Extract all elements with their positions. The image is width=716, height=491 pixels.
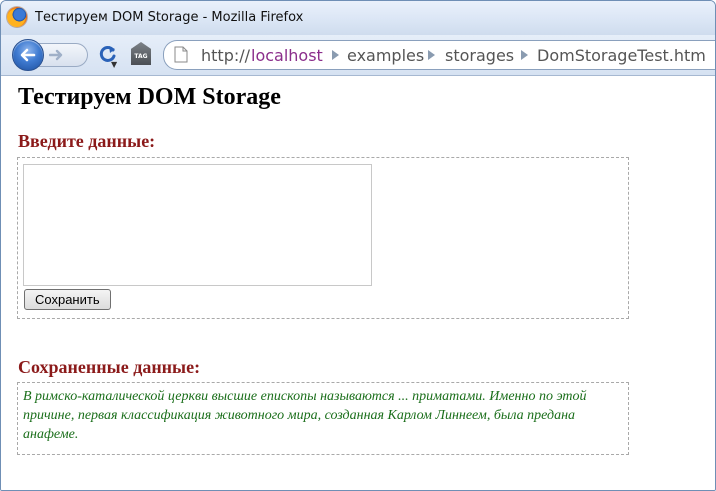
window-title: Тестируем DOM Storage - Mozilla Firefox <box>35 10 304 25</box>
save-button[interactable]: Сохранить <box>24 289 111 310</box>
breadcrumb-arrow-icon <box>428 50 435 60</box>
reload-icon[interactable] <box>98 44 118 64</box>
forward-button[interactable]: ▼ <box>37 43 117 69</box>
saved-text: В римско-каталической церкви высшие епис… <box>23 389 587 442</box>
address-bar[interactable]: http:// localhost examples storages DomS… <box>163 40 715 70</box>
page-icon <box>174 46 188 63</box>
browser-window: Тестируем DOM Storage - Mozilla Firefox … <box>0 0 716 491</box>
firefox-logo-icon <box>7 7 27 27</box>
url-scheme: http:// <box>201 46 251 65</box>
title-bar: Тестируем DOM Storage - Mozilla Firefox <box>1 1 715 35</box>
navigation-toolbar: ▼ TAG http:// localhost examples storage… <box>1 35 715 76</box>
breadcrumb-examples[interactable]: examples <box>347 46 424 65</box>
page-title: Тестируем DOM Storage <box>18 84 281 110</box>
breadcrumb-arrow-icon <box>521 50 528 60</box>
saved-box: В римско-каталической церкви высшие епис… <box>17 382 629 455</box>
saved-section-title: Сохраненные данные: <box>18 357 201 377</box>
page-content: Тестируем DOM Storage Введите данные: Со… <box>1 76 715 490</box>
back-button[interactable] <box>12 39 44 71</box>
data-textarea[interactable] <box>23 164 372 286</box>
url-host: localhost <box>251 46 323 65</box>
input-section-title: Введите данные: <box>18 131 156 151</box>
input-box: Сохранить <box>17 157 629 319</box>
breadcrumb-file[interactable]: DomStorageTest.htm <box>537 46 706 65</box>
breadcrumb-arrow-icon <box>332 50 339 60</box>
tag-icon[interactable]: TAG <box>131 42 151 65</box>
breadcrumb-storages[interactable]: storages <box>445 46 514 65</box>
forward-arrow-icon <box>49 49 63 61</box>
back-arrow-icon <box>20 48 36 62</box>
